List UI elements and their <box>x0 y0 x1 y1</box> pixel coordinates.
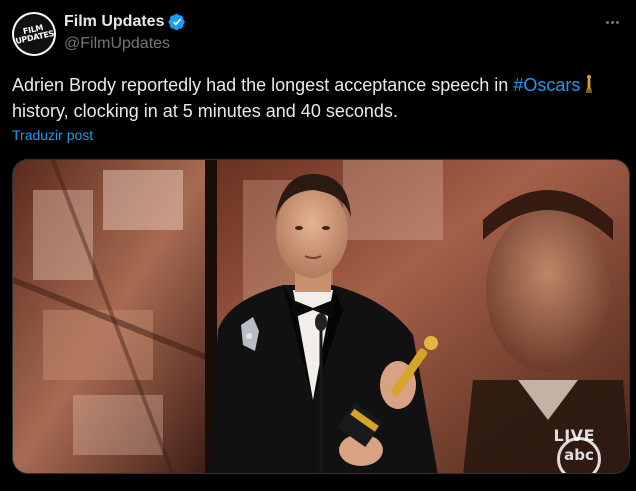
oscar-statuette-emoji-icon <box>586 75 593 93</box>
author-handle[interactable]: @FilmUpdates <box>64 35 170 53</box>
post-text: Adrien Brody reportedly had the longest … <box>12 72 612 124</box>
post-card[interactable]: FILM UPDATES Film Updates @FilmUpdates A… <box>0 0 636 491</box>
post-media-image[interactable]: LIVE abc <box>12 159 630 474</box>
avatar-logo-text: FILM UPDATES <box>14 23 55 46</box>
more-options-icon[interactable] <box>602 12 622 32</box>
author-display-name[interactable]: Film Updates <box>64 13 164 31</box>
post-text-start: Adrien Brody reportedly had the longest … <box>12 75 514 95</box>
author-avatar[interactable]: FILM UPDATES <box>12 12 56 56</box>
oscars-speech-photo <box>13 160 629 473</box>
author-name-row: Film Updates <box>64 12 186 32</box>
hashtag-link[interactable]: #Oscars <box>513 75 580 95</box>
post-text-end: history, clocking in at 5 minutes and 40… <box>12 101 398 121</box>
abc-network-logo: abc <box>557 437 601 473</box>
verified-badge-icon <box>168 13 186 31</box>
translate-post-link[interactable]: Traduzir post <box>12 127 93 143</box>
